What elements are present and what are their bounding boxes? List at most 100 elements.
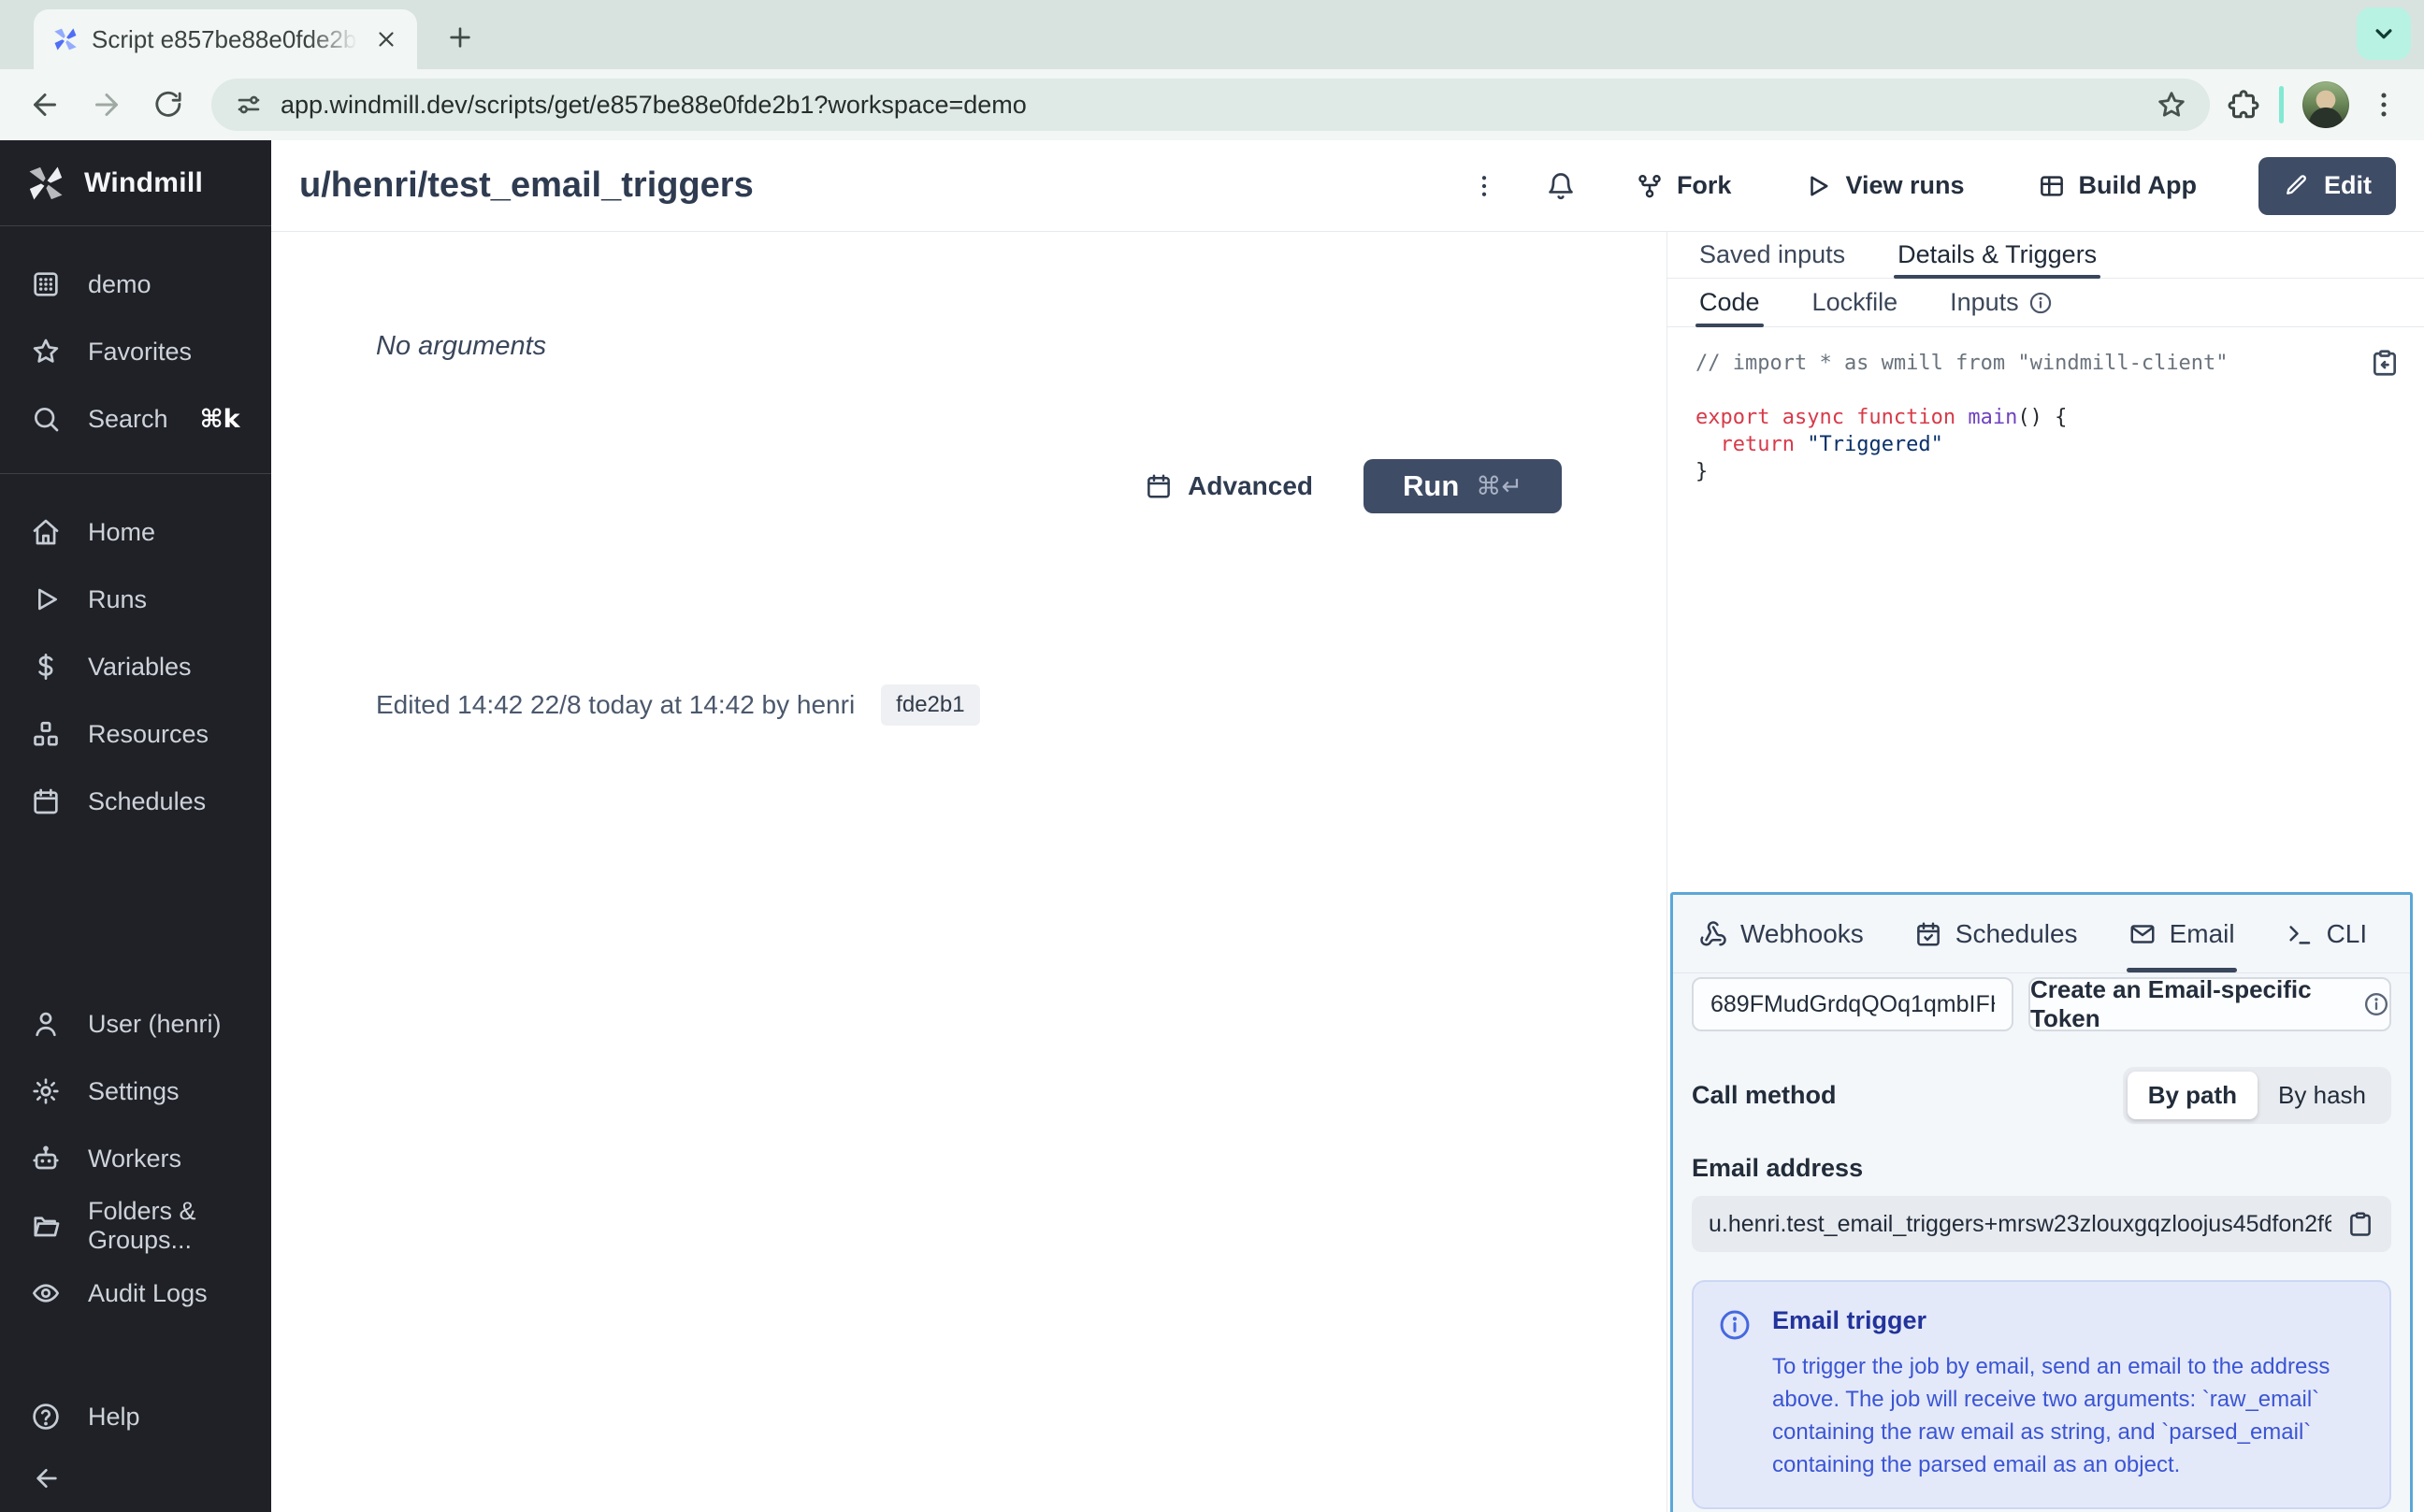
advanced-button[interactable]: Advanced [1145, 471, 1313, 501]
boxes-icon [30, 718, 62, 750]
run-label: Run [1403, 469, 1459, 503]
search-icon [30, 403, 62, 435]
by-hash-option[interactable]: By hash [2258, 1072, 2387, 1119]
search-shortcut: ⌘k [200, 405, 240, 434]
sidebar-collapse-button[interactable] [0, 1450, 271, 1506]
code-subtabs: Code Lockfile Inputs [1667, 279, 2424, 327]
fork-button[interactable]: Fork [1611, 157, 1756, 215]
tab-inputs[interactable]: Inputs [1950, 279, 2053, 326]
workarea: No arguments Advanced Run ⌘↵ Edited 14:4 [271, 232, 2424, 1512]
by-path-option[interactable]: By path [2128, 1072, 2258, 1119]
sidebar-item-label: Search [88, 405, 168, 434]
tab-details-triggers[interactable]: Details & Triggers [1897, 232, 2097, 278]
sidebar-item-label: demo [88, 270, 152, 299]
sidebar-item-workspace[interactable]: demo [0, 251, 271, 318]
toolbar-right [2227, 81, 2405, 128]
sidebar-brand[interactable]: Windmill [0, 140, 271, 226]
sidebar-item-resources[interactable]: Resources [0, 700, 271, 768]
url-bar[interactable]: app.windmill.dev/scripts/get/e857be88e0f… [211, 79, 2210, 131]
view-runs-button[interactable]: View runs [1780, 157, 1988, 215]
calendar-check-icon [1914, 920, 1942, 948]
sidebar-item-label: Favorites [88, 338, 192, 367]
run-shortcut: ⌘↵ [1476, 472, 1522, 501]
sidebar-item-label: Resources [88, 720, 209, 749]
sidebar-item-user[interactable]: User (henri) [0, 990, 271, 1058]
tab-saved-inputs[interactable]: Saved inputs [1699, 232, 1845, 278]
back-button[interactable] [19, 79, 71, 131]
brand-name: Windmill [84, 167, 203, 199]
tab-search-chevron-button[interactable] [2357, 7, 2411, 60]
edited-text: Edited 14:42 22/8 today at 14:42 by henr… [376, 690, 855, 720]
dollar-icon [30, 651, 62, 683]
forward-button[interactable] [80, 79, 133, 131]
edit-button[interactable]: Edit [2258, 157, 2396, 215]
tab-code[interactable]: Code [1699, 279, 1760, 326]
no-arguments-text: No arguments [376, 331, 546, 362]
browser-menu-kebab-icon[interactable] [2368, 89, 2400, 121]
chevron-down-icon [2370, 20, 2398, 48]
build-app-label: Build App [2079, 171, 2197, 200]
site-settings-icon[interactable] [234, 90, 264, 120]
copy-code-icon[interactable] [2370, 348, 2400, 378]
sidebar-item-settings[interactable]: Settings [0, 1058, 271, 1125]
run-button[interactable]: Run ⌘↵ [1364, 459, 1562, 513]
extensions-puzzle-icon[interactable] [2227, 88, 2260, 122]
sidebar-item-favorites[interactable]: Favorites [0, 318, 271, 385]
sidebar-item-label: Schedules [88, 787, 206, 816]
new-tab-button[interactable] [436, 13, 484, 62]
bell-icon[interactable] [1535, 160, 1587, 212]
bookmark-star-icon[interactable] [2156, 89, 2187, 121]
sidebar-workspace-group: demo Favorites Search ⌘k [0, 226, 271, 474]
play-icon [30, 583, 62, 615]
run-section: No arguments Advanced Run ⌘↵ Edited 14:4 [271, 232, 1666, 1512]
sidebar-item-runs[interactable]: Runs [0, 566, 271, 633]
tab-label: CLI [2327, 919, 2368, 949]
email-token-input[interactable] [1692, 977, 2013, 1031]
info-circle-icon [2363, 991, 2389, 1017]
clipboard-copy-icon[interactable] [2346, 1210, 2374, 1238]
tab-label: Code [1699, 288, 1760, 317]
triggers-panel: Webhooks Schedules Email [1670, 892, 2413, 1512]
more-actions-kebab-icon[interactable] [1458, 160, 1510, 212]
sidebar-item-variables[interactable]: Variables [0, 633, 271, 700]
calendar-icon [30, 785, 62, 817]
tab-email[interactable]: Email [2128, 895, 2235, 972]
sidebar-item-workers[interactable]: Workers [0, 1125, 271, 1192]
eye-icon [30, 1277, 62, 1309]
sidebar-item-search[interactable]: Search ⌘k [0, 385, 271, 453]
email-trigger-body: Create an Email-specific Token Call meth… [1673, 973, 2410, 1512]
code-block: // import * as wmill from "windmill-clie… [1695, 350, 2396, 485]
reload-button[interactable] [142, 79, 195, 131]
token-row: Create an Email-specific Token [1692, 977, 2391, 1031]
info-circle-icon [2028, 291, 2053, 315]
info-body: To trigger the job by email, send an ema… [1772, 1350, 2365, 1481]
email-trigger-info-box: Email trigger To trigger the job by emai… [1692, 1280, 2391, 1509]
create-email-token-button[interactable]: Create an Email-specific Token [2028, 977, 2391, 1031]
version-hash-badge[interactable]: fde2b1 [881, 684, 979, 726]
tab-schedules[interactable]: Schedules [1914, 895, 2078, 972]
tab-close-icon[interactable] [370, 23, 402, 55]
email-address-label: Email address [1692, 1154, 2391, 1183]
email-address-field[interactable]: u.henri.test_email_triggers+mrsw23zlouxg… [1692, 1196, 2391, 1252]
tab-label: Details & Triggers [1897, 240, 2097, 269]
sidebar-item-label: Folders & Groups... [88, 1197, 241, 1255]
sidebar-item-home[interactable]: Home [0, 498, 271, 566]
build-app-button[interactable]: Build App [2013, 157, 2221, 215]
sidebar-item-help[interactable]: Help [0, 1383, 271, 1450]
tab-lockfile[interactable]: Lockfile [1812, 279, 1898, 326]
home-icon [30, 516, 62, 548]
browser-profile-avatar[interactable] [2302, 81, 2349, 128]
sidebar-item-audit-logs[interactable]: Audit Logs [0, 1260, 271, 1327]
tab-label: Saved inputs [1699, 240, 1845, 269]
tab-cli[interactable]: CLI [2286, 895, 2368, 972]
sidebar-account-group: User (henri) Settings Workers Folders & … [0, 966, 271, 1327]
profile-separator [2279, 86, 2284, 123]
browser-tab[interactable]: Script e857be88e0fde2b1 | W [34, 9, 417, 69]
create-token-label: Create an Email-specific Token [2030, 975, 2348, 1033]
sidebar-item-schedules[interactable]: Schedules [0, 768, 271, 835]
tab-webhooks[interactable]: Webhooks [1699, 895, 1864, 972]
sidebar-item-folders-groups[interactable]: Folders & Groups... [0, 1192, 271, 1260]
info-circle-icon [1718, 1308, 1752, 1481]
edited-row: Edited 14:42 22/8 today at 14:42 by henr… [376, 684, 980, 726]
call-method-row: Call method By path By hash [1692, 1067, 2391, 1124]
